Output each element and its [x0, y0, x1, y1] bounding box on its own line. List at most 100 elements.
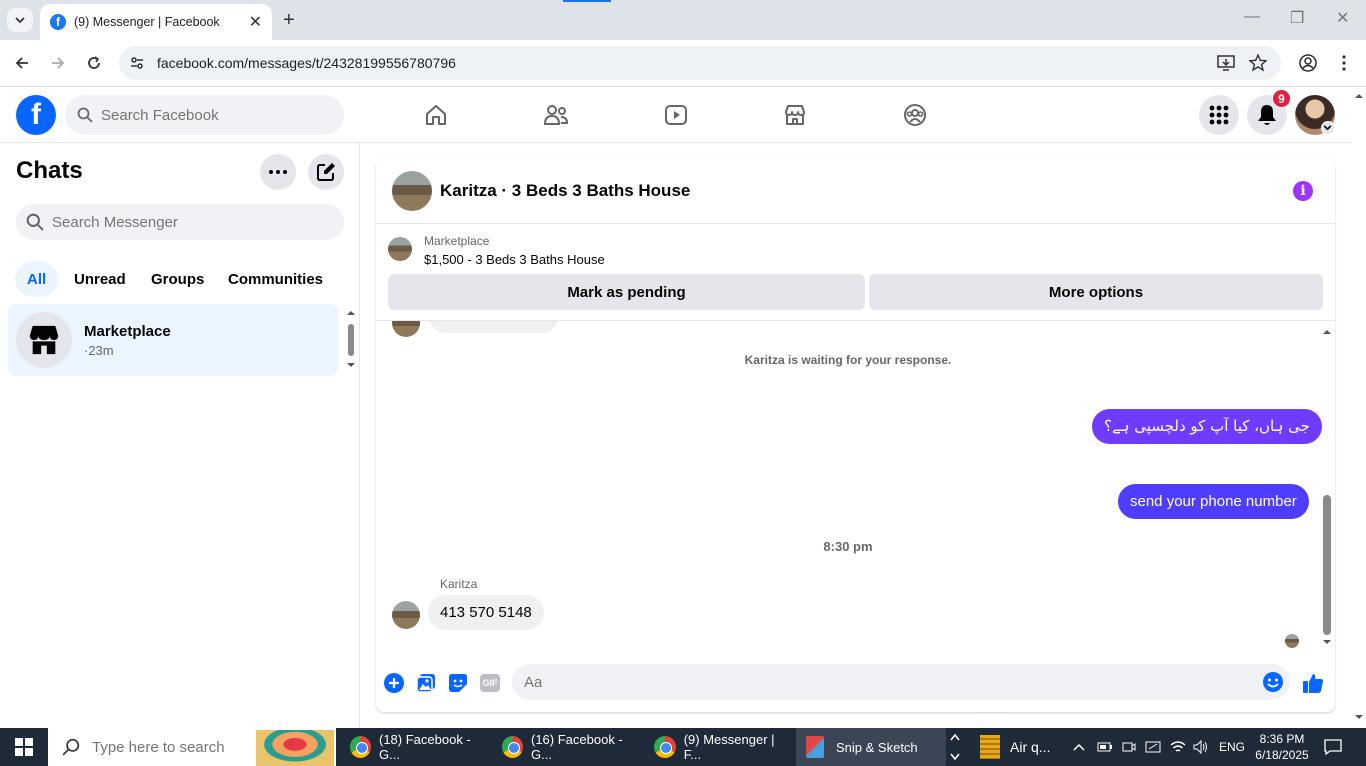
air-quality-icon	[980, 735, 1000, 759]
sender-avatar[interactable]	[392, 601, 420, 629]
facebook-logo-icon[interactable]: f	[16, 95, 56, 135]
storefront-icon	[29, 325, 59, 355]
new-message-button[interactable]	[308, 154, 344, 190]
volume-icon[interactable]	[1193, 728, 1209, 766]
browser-tab-active[interactable]: f (9) Messenger | Facebook ✕	[40, 4, 272, 40]
message-input[interactable]	[512, 664, 1290, 700]
filter-communities[interactable]: Communities	[216, 261, 335, 297]
display-icon[interactable]	[1145, 728, 1161, 766]
contact-avatar-small	[392, 321, 420, 337]
message-composer: GIF	[376, 659, 1335, 709]
chrome-icon	[654, 736, 676, 758]
windows-start-icon[interactable]	[0, 728, 48, 766]
tab-close-icon[interactable]: ✕	[249, 12, 262, 32]
chevron-down-icon	[15, 17, 25, 24]
home-icon[interactable]	[420, 99, 452, 131]
filter-groups[interactable]: Groups	[139, 261, 216, 297]
filter-all[interactable]: All	[15, 261, 59, 297]
thread-scrollbar[interactable]	[1320, 325, 1334, 649]
message-outgoing-phone-request[interactable]: send your phone number	[1118, 484, 1309, 519]
reload-icon[interactable]	[83, 52, 105, 74]
weather-widget[interactable]: Air q...	[980, 728, 1050, 766]
conversation-title[interactable]: Karitza · 3 Beds 3 Baths House	[440, 181, 690, 201]
taskbar-snip-sketch[interactable]: Snip & Sketch	[796, 728, 946, 766]
read-receipt-avatar	[1285, 634, 1299, 648]
taskbar-search[interactable]	[48, 728, 336, 766]
listing-title[interactable]: $1,500 - 3 Beds 3 Baths House	[424, 252, 605, 267]
chat-options-button[interactable]	[260, 154, 296, 190]
tab-search-button[interactable]	[7, 8, 33, 32]
contact-avatar[interactable]	[392, 171, 432, 211]
menu-grid-button[interactable]	[1199, 95, 1239, 135]
chrome-icon	[502, 736, 523, 758]
chrome-icon	[350, 736, 371, 758]
taskbar-chrome-facebook-18[interactable]: (18) Facebook - G...	[340, 728, 490, 766]
sticker-icon[interactable]	[446, 671, 470, 695]
bookmark-star-icon[interactable]	[1249, 54, 1267, 72]
taskbar-scroll-arrows-icon[interactable]	[950, 728, 962, 766]
friends-icon[interactable]	[540, 99, 572, 131]
battery-icon[interactable]	[1097, 728, 1113, 766]
add-plus-icon[interactable]	[382, 671, 406, 695]
filter-unread[interactable]: Unread	[62, 261, 138, 297]
search-icon	[62, 738, 80, 756]
photo-icon[interactable]	[414, 671, 438, 695]
gif-icon[interactable]: GIF	[478, 671, 502, 695]
sender-name: Karitza	[440, 577, 478, 591]
facebook-search[interactable]	[65, 95, 344, 135]
browser-menu-icon[interactable]	[1333, 52, 1355, 74]
install-app-icon[interactable]	[1217, 55, 1235, 71]
minimize-icon[interactable]: —	[1244, 8, 1260, 26]
notification-center-icon[interactable]	[1324, 728, 1342, 766]
clock-time: 8:36 PM	[1259, 732, 1305, 746]
windows-taskbar: (18) Facebook - G... (16) Facebook - G..…	[0, 728, 1366, 766]
taskbar-chrome-messenger[interactable]: (9) Messenger | F...	[644, 728, 794, 766]
listing-thumbnail[interactable]	[388, 237, 412, 261]
wifi-icon[interactable]	[1170, 728, 1186, 766]
groups-icon[interactable]	[899, 99, 931, 131]
message-timestamp: 8:30 pm	[823, 539, 873, 554]
language-indicator[interactable]: ENG	[1219, 728, 1245, 766]
messenger-search-input[interactable]	[52, 213, 312, 231]
video-icon[interactable]	[660, 99, 692, 131]
message-text-field[interactable]	[524, 673, 1224, 691]
profile-icon[interactable]	[1297, 52, 1319, 74]
chats-sidebar: Chats All Unread Groups Communities Mark…	[0, 143, 360, 728]
facebook-search-input[interactable]	[101, 106, 301, 124]
maximize-icon[interactable]: ❐	[1290, 8, 1304, 28]
chat-time: ·23m	[84, 342, 114, 358]
conversation-panel: Karitza · 3 Beds 3 Baths House i Marketp…	[376, 159, 1335, 712]
account-chevron-icon[interactable]	[1321, 121, 1335, 135]
bell-icon	[1258, 105, 1276, 125]
facebook-favicon-icon: f	[50, 14, 66, 30]
clock[interactable]: 8:36 PM 6/18/2025	[1254, 728, 1310, 766]
forward-icon[interactable]	[47, 52, 69, 74]
search-highlight-image	[256, 730, 334, 766]
camera-icon[interactable]	[1122, 728, 1136, 766]
snip-sketch-icon	[806, 736, 824, 758]
site-settings-icon[interactable]	[129, 55, 145, 71]
thumbs-up-icon[interactable]	[1301, 671, 1325, 695]
new-tab-icon[interactable]: +	[283, 9, 295, 32]
tray-chevron-icon[interactable]	[1072, 728, 1086, 766]
message-outgoing-urdu[interactable]: جی ہاں، کیا آپ کو دلچسپی ہے؟	[1092, 409, 1322, 444]
address-bar[interactable]: facebook.com/messages/t/2432819955678079…	[119, 46, 1281, 80]
back-icon[interactable]	[11, 52, 33, 74]
emoji-icon[interactable]	[1262, 671, 1284, 693]
message-incoming-phone[interactable]: 413 570 5148	[428, 595, 544, 630]
listing-source: Marketplace	[424, 234, 490, 248]
info-icon[interactable]: i	[1293, 181, 1313, 201]
taskbar-chrome-facebook-16[interactable]: (16) Facebook - G...	[492, 728, 642, 766]
clock-date: 6/18/2025	[1255, 748, 1309, 762]
messenger-search[interactable]	[16, 204, 344, 240]
conversation-header: Karitza · 3 Beds 3 Baths House i	[376, 159, 1335, 224]
marketplace-icon[interactable]	[779, 99, 811, 131]
browser-toolbar: facebook.com/messages/t/2432819955678079…	[0, 40, 1366, 87]
mark-as-pending-button[interactable]: Mark as pending	[388, 274, 865, 310]
page-scrollbar[interactable]	[1352, 87, 1366, 728]
taskbar-search-input[interactable]	[92, 738, 242, 756]
more-options-button[interactable]: More options	[869, 274, 1323, 310]
sidebar-scrollbar[interactable]	[344, 306, 358, 372]
chat-item-marketplace[interactable]: Marketplace ·23m	[8, 304, 338, 376]
close-window-icon[interactable]: ✕	[1336, 8, 1349, 28]
